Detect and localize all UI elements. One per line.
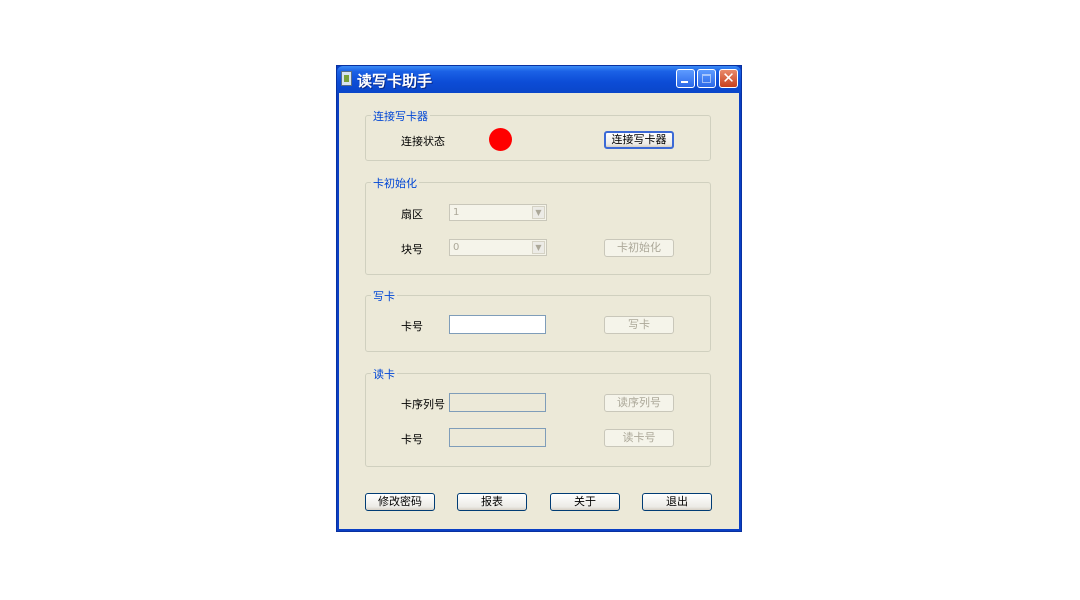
group-read-card: 读卡 卡序列号 读序列号 卡号 读卡号	[365, 366, 711, 467]
block-label: 块号	[401, 243, 423, 256]
connect-reader-button[interactable]: 连接写卡器	[604, 131, 674, 149]
card-serial-field[interactable]	[449, 393, 546, 412]
app-icon	[341, 71, 352, 86]
block-select[interactable]: 0 ▼	[449, 239, 547, 256]
read-card-number-button[interactable]: 读卡号	[604, 429, 674, 447]
window-title: 读写卡助手	[357, 72, 433, 90]
read-card-number-field[interactable]	[449, 428, 546, 447]
group-read-title: 读卡	[371, 366, 397, 382]
minimize-button[interactable]	[676, 69, 695, 88]
chevron-down-icon: ▼	[532, 241, 545, 254]
read-card-number-label: 卡号	[401, 433, 423, 446]
close-icon: ✕	[722, 69, 735, 87]
about-button[interactable]: 关于	[550, 493, 620, 511]
title-bar[interactable]: 读写卡助手 ✕	[337, 66, 741, 93]
sector-label: 扇区	[401, 208, 423, 221]
card-serial-label: 卡序列号	[401, 398, 445, 411]
group-connect-title: 连接写卡器	[371, 108, 430, 124]
report-button[interactable]: 报表	[457, 493, 527, 511]
read-serial-button[interactable]: 读序列号	[604, 394, 674, 412]
group-write-card: 写卡 卡号 写卡	[365, 288, 711, 352]
connect-status-label: 连接状态	[401, 135, 445, 148]
group-init-title: 卡初始化	[371, 175, 419, 191]
card-init-button[interactable]: 卡初始化	[604, 239, 674, 257]
group-connect-reader: 连接写卡器 连接状态 连接写卡器	[365, 108, 711, 161]
sector-select-value: 1	[453, 207, 460, 218]
maximize-button[interactable]	[697, 69, 716, 88]
exit-button[interactable]: 退出	[642, 493, 712, 511]
close-button[interactable]: ✕	[719, 69, 738, 88]
chevron-down-icon: ▼	[532, 206, 545, 219]
group-card-init: 卡初始化 扇区 1 ▼ 块号 0 ▼ 卡初始化	[365, 175, 711, 275]
group-write-title: 写卡	[371, 288, 397, 304]
maximize-icon	[702, 74, 711, 83]
write-card-number-label: 卡号	[401, 320, 423, 333]
write-card-number-input[interactable]	[449, 315, 546, 334]
write-card-button[interactable]: 写卡	[604, 316, 674, 334]
minimize-icon	[681, 81, 688, 83]
client-area: 连接写卡器 连接状态 连接写卡器 卡初始化 扇区 1 ▼ 块号 0 ▼ 卡初始化…	[339, 93, 739, 529]
app-window: 读写卡助手 ✕ 连接写卡器 连接状态 连接写卡器 卡初始化 扇区 1 ▼ 块号 …	[336, 65, 742, 532]
block-select-value: 0	[453, 242, 460, 253]
change-password-button[interactable]: 修改密码	[365, 493, 435, 511]
connect-status-indicator	[489, 128, 512, 151]
sector-select[interactable]: 1 ▼	[449, 204, 547, 221]
